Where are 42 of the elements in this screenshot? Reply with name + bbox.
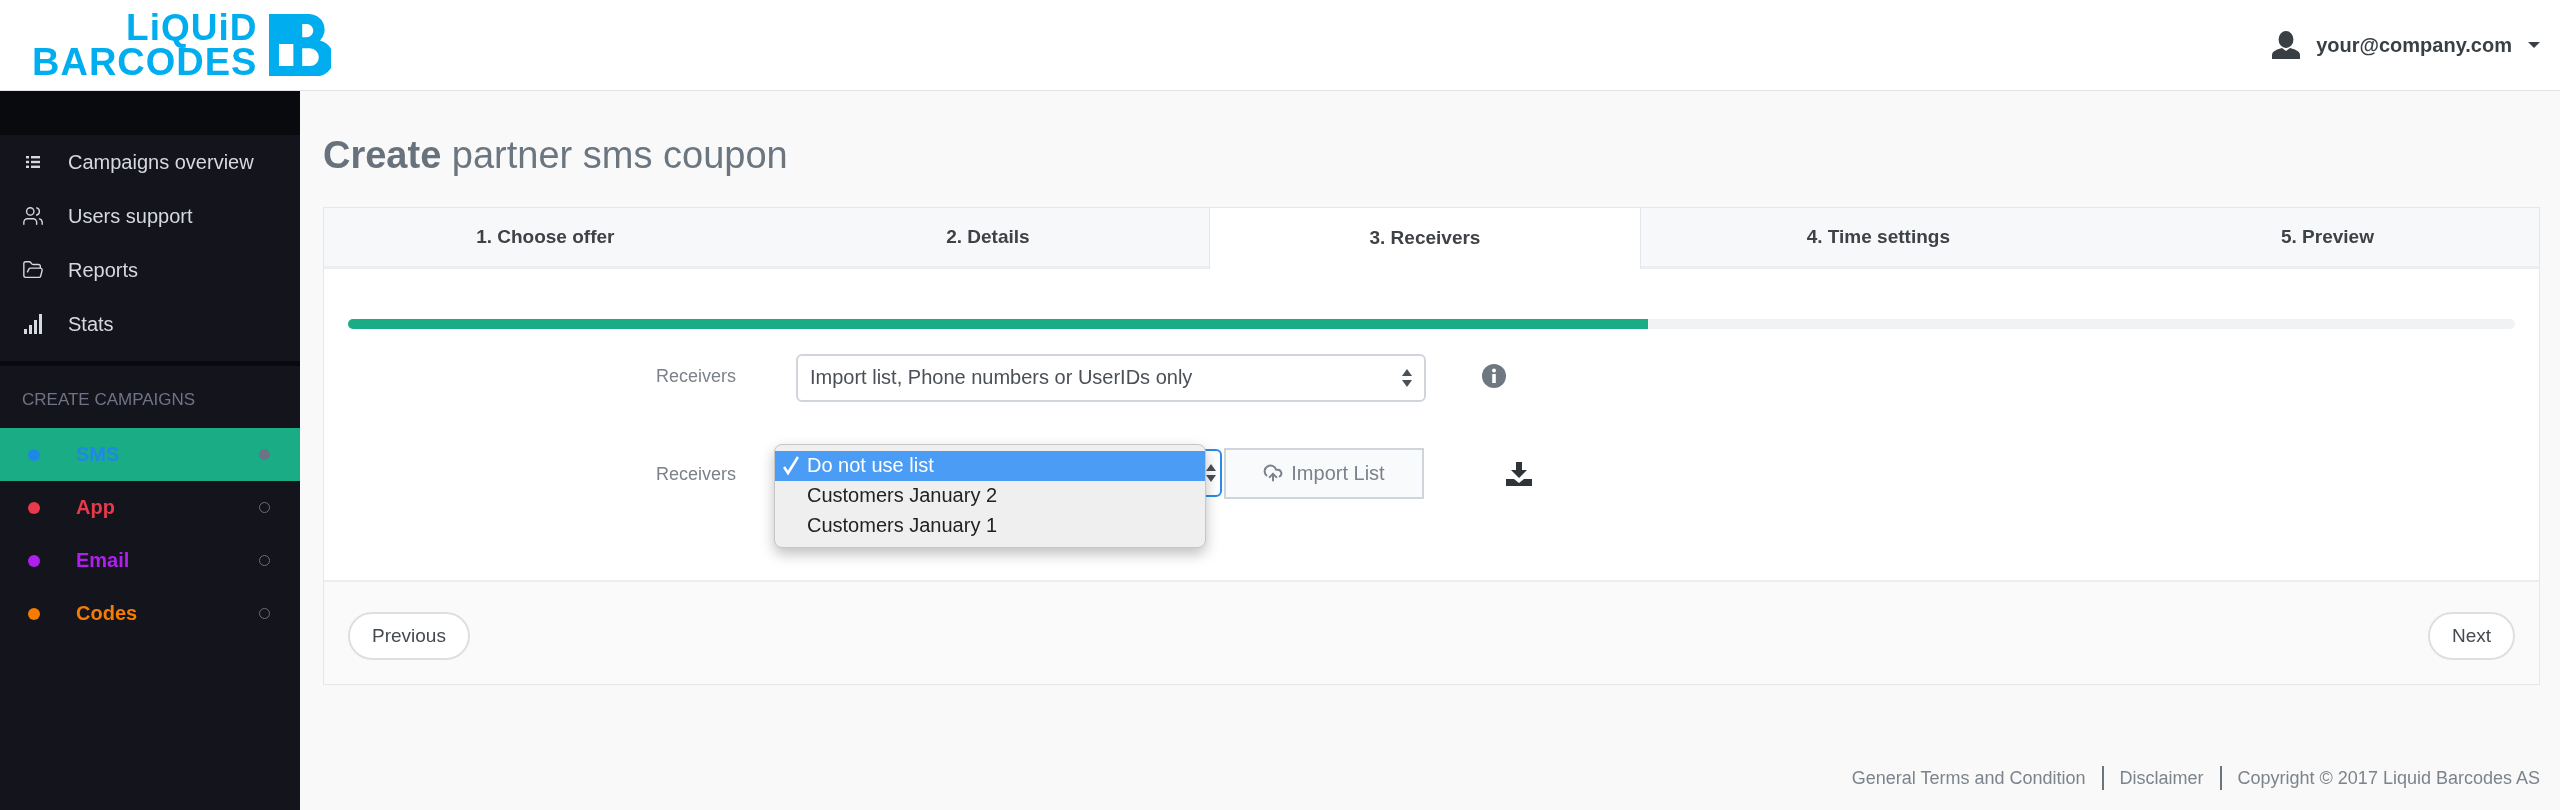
dropdown-option[interactable]: Customers January 1: [775, 510, 1205, 541]
footer-link[interactable]: General Terms and Condition: [1851, 767, 2086, 789]
page-title: Create partner sms coupon: [323, 135, 789, 177]
info-icon[interactable]: [1482, 363, 1506, 388]
campaign-item[interactable]: Codes: [0, 587, 300, 640]
check-icon: [783, 455, 799, 476]
users-icon: [22, 205, 44, 227]
select-value: Import list, Phone numbers or UserIDs only: [810, 366, 1193, 390]
bar-chart-icon: [24, 314, 42, 334]
radio-indicator: [259, 449, 270, 460]
next-button[interactable]: Next: [2427, 611, 2515, 660]
sidebar-item[interactable]: Users support: [0, 189, 300, 243]
campaign-label: Codes: [76, 602, 139, 625]
cloud-upload-icon: [1263, 463, 1284, 484]
section-title: CREATE CAMPAIGNS: [21, 389, 197, 411]
sidebar-item[interactable]: Stats: [0, 297, 300, 351]
footer-link[interactable]: Disclaimer: [2119, 767, 2204, 789]
previous-button[interactable]: Previous: [348, 611, 470, 660]
receivers-select[interactable]: Import list, Phone numbers or UserIDs only: [796, 353, 1426, 402]
logo-mark-icon: [269, 14, 332, 76]
folder-icon: [22, 259, 44, 281]
campaign-label: Email: [76, 549, 131, 572]
wizard-tab[interactable]: 3. Receivers: [1209, 207, 1641, 269]
sort-arrows-icon: [1206, 464, 1216, 483]
dropdown-option[interactable]: Customers January 2: [775, 480, 1205, 511]
campaign-label: SMS: [76, 443, 121, 466]
copyright-text: Copyright © 2017 Liquid Barcodes AS: [2237, 767, 2540, 789]
sort-arrows-icon: [1402, 368, 1412, 387]
caret-icon: [2528, 42, 2540, 48]
user-icon: [2272, 31, 2301, 59]
import-list-button[interactable]: Import List: [1224, 447, 1424, 499]
field-label: Receivers: [654, 364, 736, 387]
user-menu[interactable]: your@company.com: [2272, 31, 2540, 59]
download-icon[interactable]: [1506, 461, 1532, 486]
sidebar-item[interactable]: Campaigns overview: [0, 135, 300, 189]
user-email: your@company.com: [2316, 33, 2512, 57]
list-icon: [26, 156, 40, 168]
campaign-item[interactable]: Email: [0, 534, 300, 587]
sidebar-item[interactable]: Reports: [0, 243, 300, 297]
field-label: Receivers: [654, 462, 736, 485]
campaign-label: App: [76, 496, 116, 519]
campaign-item[interactable]: App: [0, 481, 300, 534]
